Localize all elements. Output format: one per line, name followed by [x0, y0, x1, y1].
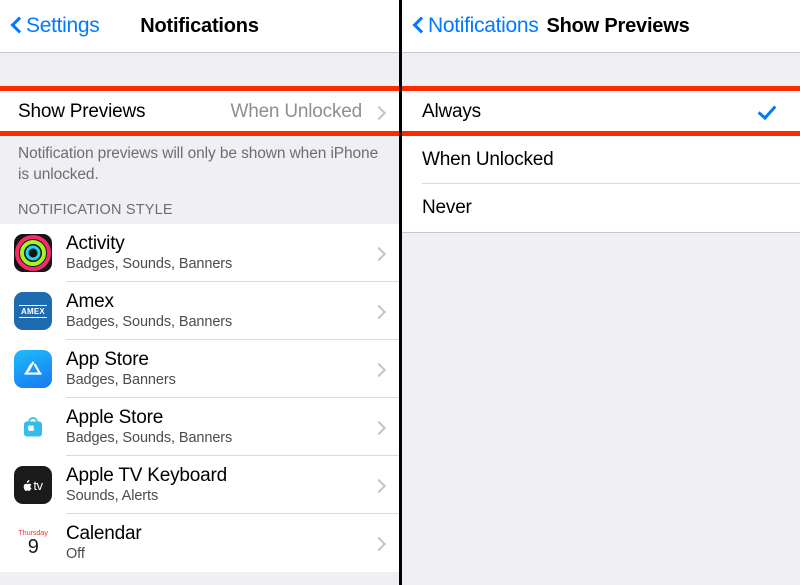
app-row-amex[interactable]: AMEX Amex Badges, Sounds, Banners	[0, 282, 399, 340]
chevron-left-icon	[412, 15, 425, 37]
chevron-right-icon	[374, 364, 385, 375]
notification-style-header: NOTIFICATION STYLE	[0, 202, 399, 224]
app-detail: Badges, Sounds, Banners	[66, 430, 233, 446]
app-name: Amex	[66, 291, 114, 312]
list-bottom-hairline	[402, 232, 800, 233]
left-navbar: Settings Notifications	[0, 0, 399, 52]
app-row-app-store[interactable]: App Store Badges, Banners	[0, 340, 399, 398]
option-label: Never	[422, 197, 472, 218]
chevron-right-icon	[374, 422, 385, 433]
top-spacer	[0, 53, 399, 88]
show-previews-label: Show Previews	[18, 101, 146, 122]
calendar-icon-weekday: Thursday	[18, 527, 48, 537]
show-previews-row[interactable]: Show Previews When Unlocked	[0, 88, 399, 136]
section-spacer	[0, 185, 399, 202]
back-to-notifications-button[interactable]: Notifications Show Previews	[412, 14, 690, 38]
app-detail: Sounds, Alerts	[66, 488, 159, 504]
right-navbar: Notifications Show Previews	[402, 0, 800, 52]
app-name: Apple Store	[66, 407, 164, 428]
app-detail: Badges, Sounds, Banners	[66, 314, 233, 330]
app-name: Apple TV Keyboard	[66, 465, 228, 486]
notifications-settings-panel: Settings Notifications Show Previews Whe…	[0, 0, 399, 585]
calendar-icon: Thursday 9	[14, 524, 52, 562]
app-name: Calendar	[66, 523, 142, 544]
calendar-icon-date: 9	[27, 536, 39, 559]
option-label: When Unlocked	[422, 149, 554, 170]
amex-icon: AMEX	[14, 292, 52, 330]
chevron-right-icon	[374, 107, 385, 118]
app-store-icon	[14, 350, 52, 388]
app-row-apple-store[interactable]: Apple Store Badges, Sounds, Banners	[0, 398, 399, 456]
app-detail: Badges, Banners	[66, 372, 176, 388]
activity-rings-icon	[14, 234, 52, 272]
app-detail: Badges, Sounds, Banners	[66, 256, 233, 272]
show-previews-panel: Notifications Show Previews Always When …	[402, 0, 800, 585]
app-row-calendar[interactable]: Thursday 9 Calendar Off	[0, 514, 399, 572]
chevron-left-icon	[10, 15, 23, 37]
back-to-settings-button[interactable]: Settings	[10, 14, 100, 38]
checkmark-icon	[758, 102, 778, 122]
app-name: App Store	[66, 349, 149, 370]
page-title: Show Previews	[546, 14, 690, 37]
app-row-activity[interactable]: Activity Badges, Sounds, Banners	[0, 224, 399, 282]
app-name: Activity	[66, 233, 125, 254]
option-row-never[interactable]: Never	[402, 184, 800, 232]
amex-icon-text: AMEX	[19, 304, 47, 318]
show-previews-footer: Notification previews will only be shown…	[0, 136, 399, 185]
chevron-right-icon	[374, 306, 385, 317]
chevron-right-icon	[374, 480, 385, 491]
top-spacer	[402, 53, 800, 88]
apple-tv-icon: tv	[14, 466, 52, 504]
option-row-when-unlocked[interactable]: When Unlocked	[402, 136, 800, 184]
back-button-label: Notifications	[428, 14, 539, 37]
apple-store-bag-icon	[14, 408, 52, 446]
app-row-apple-tv-keyboard[interactable]: tv Apple TV Keyboard Sounds, Alerts	[0, 456, 399, 514]
show-previews-value: When Unlocked	[230, 101, 362, 122]
chevron-right-icon	[374, 248, 385, 259]
option-row-always[interactable]: Always	[402, 88, 800, 136]
apple-tv-icon-text: tv	[33, 477, 43, 493]
back-button-label: Settings	[26, 14, 100, 37]
chevron-right-icon	[374, 538, 385, 549]
app-detail: Off	[66, 546, 85, 562]
option-label: Always	[422, 101, 481, 122]
dual-panel-screenshot: Settings Notifications Show Previews Whe…	[0, 0, 800, 585]
